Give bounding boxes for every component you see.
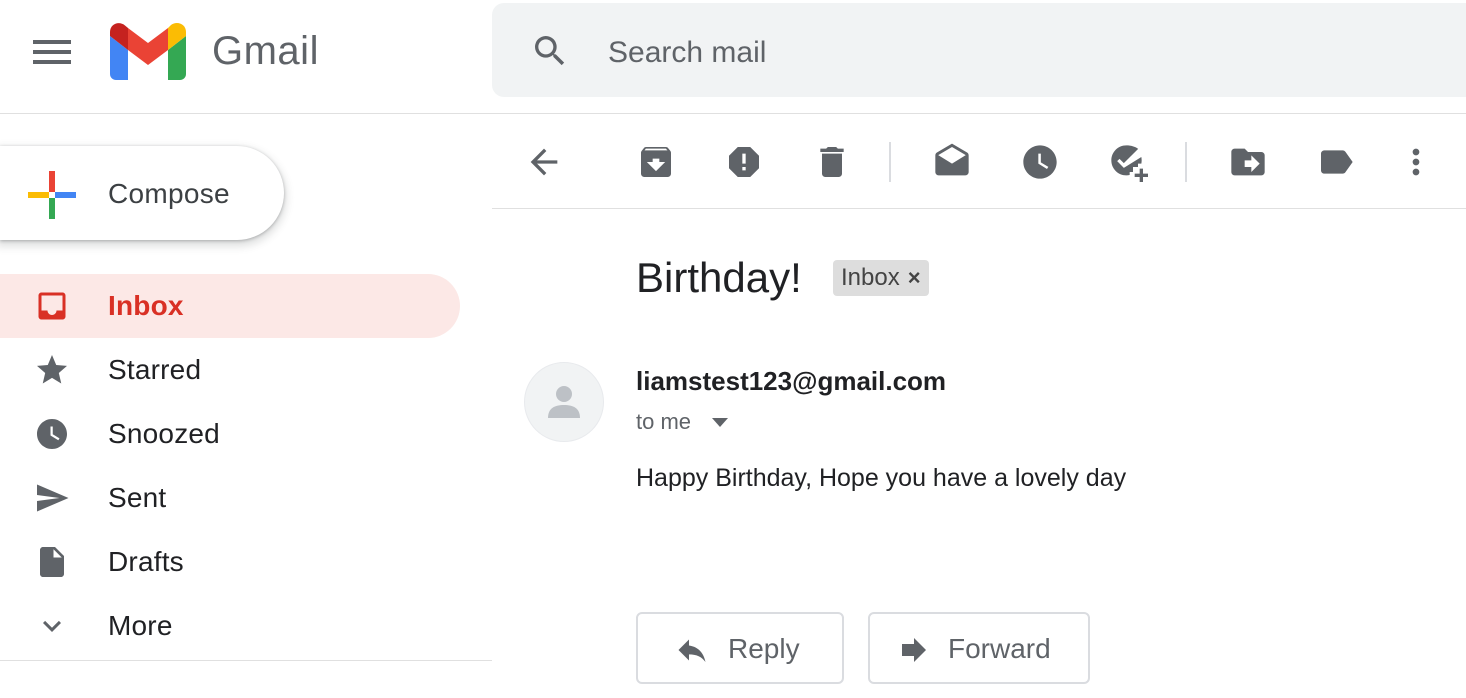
sidebar-item-starred[interactable]: Starred [0, 338, 460, 402]
sidebar-item-label: Drafts [108, 546, 184, 577]
header-divider [0, 113, 1466, 114]
gmail-logo-icon[interactable] [110, 22, 186, 80]
chevron-down-icon [34, 608, 70, 644]
add-to-tasks-icon [1111, 145, 1148, 182]
delete-icon [820, 147, 844, 177]
show-details-caret-icon[interactable] [710, 416, 730, 430]
inbox-icon [34, 288, 70, 324]
forward-button[interactable]: Forward [868, 612, 1090, 684]
toolbar-separator [1185, 142, 1187, 182]
sidebar-item-label: Sent [108, 482, 167, 513]
move-to-icon [1231, 148, 1265, 176]
report-spam-button[interactable] [724, 142, 764, 182]
message-body: Happy Birthday, Hope you have a lovely d… [636, 464, 1127, 492]
clock-icon [34, 416, 70, 452]
report-spam-icon [729, 147, 759, 177]
recipient-text: to me [636, 409, 692, 434]
sender-email: liamstest123@gmail.com [636, 366, 947, 396]
draft-icon [34, 544, 70, 580]
back-arrow-icon [530, 148, 558, 176]
sidebar-item-drafts[interactable]: Drafts [0, 530, 460, 594]
snooze-button[interactable] [1020, 142, 1060, 182]
forward-icon [896, 632, 932, 668]
forward-label: Forward [948, 633, 1051, 664]
labels-button[interactable] [1316, 142, 1356, 182]
compose-label: Compose [108, 178, 230, 209]
search-icon[interactable] [530, 31, 570, 71]
back-button[interactable] [524, 142, 564, 182]
star-icon [34, 352, 70, 388]
person-icon [548, 386, 580, 418]
sidebar-item-label: Starred [108, 354, 202, 385]
sidebar-divider [0, 660, 492, 661]
reply-icon [674, 632, 710, 668]
send-icon [34, 480, 70, 516]
reply-label: Reply [728, 633, 800, 664]
sidebar-item-sent[interactable]: Sent [0, 466, 460, 530]
more-options-button[interactable] [1396, 142, 1436, 182]
inbox-label-chip[interactable]: Inbox × [833, 260, 929, 296]
toolbar-separator [889, 142, 891, 182]
hamburger-menu-icon [33, 40, 71, 64]
sidebar-item-label: More [108, 610, 173, 641]
remove-label-button[interactable]: × [908, 265, 921, 291]
sidebar-item-snoozed[interactable]: Snoozed [0, 402, 460, 466]
sidebar-item-more[interactable]: More [0, 594, 460, 658]
app-title: Gmail [212, 29, 319, 73]
snooze-icon [1023, 145, 1057, 179]
mark-unread-icon [935, 143, 969, 176]
label-icon [1321, 150, 1353, 174]
sidebar-item-label: Inbox [108, 290, 184, 321]
mark-unread-button[interactable] [932, 142, 972, 182]
main-menu-button[interactable] [28, 32, 76, 72]
sidebar-item-label: Snoozed [108, 418, 220, 449]
sidebar-item-inbox[interactable]: Inbox [0, 274, 460, 338]
label-chip-text: Inbox [841, 264, 900, 291]
move-to-button[interactable] [1228, 142, 1268, 182]
delete-button[interactable] [812, 142, 852, 182]
add-to-tasks-button[interactable] [1108, 142, 1148, 182]
search-input[interactable] [606, 30, 1430, 76]
archive-icon [641, 147, 671, 177]
compose-plus-icon [28, 171, 76, 219]
sender-avatar[interactable] [524, 362, 604, 442]
reply-button[interactable]: Reply [636, 612, 844, 684]
more-vert-icon [1412, 148, 1420, 176]
message-subject: Birthday! [636, 254, 802, 301]
toolbar-divider [492, 208, 1466, 209]
archive-button[interactable] [636, 142, 676, 182]
